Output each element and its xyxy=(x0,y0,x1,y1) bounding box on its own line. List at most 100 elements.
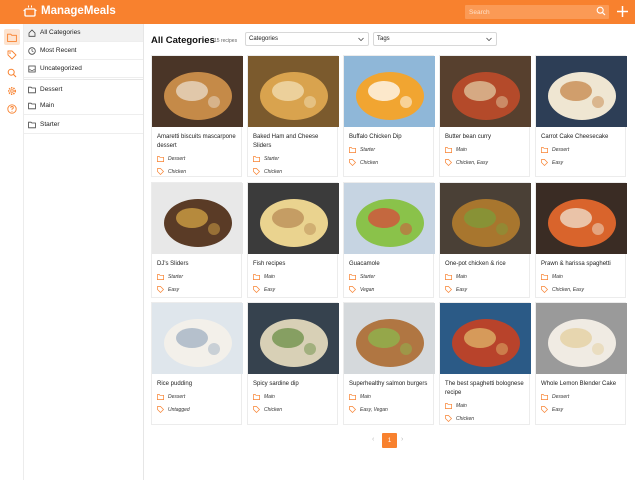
recipe-card[interactable]: One-pot chicken & rice Main Easy xyxy=(439,182,531,298)
recipe-tags: Chicken, Easy xyxy=(541,286,584,293)
recipe-photo[interactable] xyxy=(344,303,435,374)
recipe-title[interactable]: Rice pudding xyxy=(157,380,241,389)
recipe-title[interactable]: The best spaghetti bolognese recipe xyxy=(445,380,529,398)
recipe-card[interactable]: The best spaghetti bolognese recipe Main C… xyxy=(439,302,531,425)
recipe-card[interactable]: Butter bean curry Main Chicken, Easy xyxy=(439,55,531,177)
recipe-title[interactable]: Superhealthy salmon burgers xyxy=(349,380,433,389)
recipe-title[interactable]: Whole Lemon Blender Cake xyxy=(541,380,625,389)
folder-icon xyxy=(541,147,548,153)
recipe-card[interactable]: Buffalo Chicken Dip Starter Chicken xyxy=(343,55,435,177)
recipe-photo[interactable] xyxy=(248,183,339,254)
folder-icon xyxy=(253,274,260,280)
folder-icon xyxy=(157,394,164,400)
sidebar-item-label: Main xyxy=(40,102,55,109)
recipe-title[interactable]: Baked Ham and Cheese Sliders xyxy=(253,133,337,151)
recipe-tags: Chicken xyxy=(253,406,282,413)
recipe-photo[interactable] xyxy=(440,183,531,254)
recipe-card[interactable]: Prawn & harissa spaghetti Main Chicken, Ea… xyxy=(535,182,627,298)
sidebar-item-label: Dessert xyxy=(40,86,63,93)
recipe-card[interactable]: Whole Lemon Blender Cake Dessert Easy xyxy=(535,302,627,425)
recipe-category: Main xyxy=(253,394,275,400)
sidebar-item-uncategorized[interactable]: Uncategorized xyxy=(24,60,143,78)
recipe-title[interactable]: Guacamole xyxy=(349,260,433,269)
folder-icon xyxy=(349,147,356,153)
recipe-photo[interactable] xyxy=(248,303,339,374)
recipe-photo[interactable] xyxy=(536,56,627,127)
recipe-category: Main xyxy=(445,274,467,280)
rail-tags-button[interactable] xyxy=(4,47,20,63)
category-select[interactable]: Categories xyxy=(245,32,369,46)
recipe-title[interactable]: Butter bean curry xyxy=(445,133,529,142)
gear-icon xyxy=(7,86,17,96)
sidebar-item-main[interactable]: Main xyxy=(24,97,143,115)
recipe-photo[interactable] xyxy=(152,56,243,127)
recipe-title[interactable]: Prawn & harissa spaghetti xyxy=(541,260,625,269)
prev-page-arrow[interactable]: ‹ xyxy=(372,436,374,443)
recipe-title[interactable]: Amaretti biscuits mascarpone dessert xyxy=(157,133,241,151)
recipe-category: Starter xyxy=(349,147,375,153)
recipe-tags-label: Chicken, Easy xyxy=(456,159,488,166)
sidebar-item-all-categories[interactable]: All Categories xyxy=(24,24,143,42)
recipe-tags-label: Easy xyxy=(264,286,276,293)
category-select-value: Categories xyxy=(249,36,279,42)
tag-icon xyxy=(253,286,260,293)
recipe-category-label: Main xyxy=(264,274,275,280)
recipe-photo[interactable] xyxy=(344,183,435,254)
recipe-title[interactable]: Spicy sardine dip xyxy=(253,380,337,389)
recipe-tags: Easy xyxy=(541,406,563,413)
recipe-card[interactable]: DJ's Sliders Starter Easy xyxy=(151,182,243,298)
recipe-photo[interactable] xyxy=(440,303,531,374)
recipe-photo[interactable] xyxy=(248,56,339,127)
next-page-arrow[interactable]: › xyxy=(401,436,403,443)
recipe-category: Dessert xyxy=(541,394,569,400)
recipe-title[interactable]: DJ's Sliders xyxy=(157,260,241,269)
recipe-photo[interactable] xyxy=(536,303,627,374)
folder-icon xyxy=(445,403,452,409)
folder-icon xyxy=(28,86,36,93)
sidebar-item-most-recent[interactable]: Most Recent xyxy=(24,42,143,60)
sidebar-item-dessert[interactable]: Dessert xyxy=(24,79,143,99)
recipe-category-label: Dessert xyxy=(168,156,186,162)
tag-icon xyxy=(349,406,356,413)
rail-categories-button[interactable] xyxy=(4,29,20,45)
recipe-card[interactable]: Superhealthy salmon burgers Main Easy, Veg… xyxy=(343,302,435,425)
recipe-photo[interactable] xyxy=(440,56,531,127)
recipe-title[interactable]: One-pot chicken & rice xyxy=(445,260,529,269)
tag-icon xyxy=(157,286,164,293)
recipe-card[interactable]: Fish recipes Main Easy xyxy=(247,182,339,298)
recipe-card[interactable]: Amaretti biscuits mascarpone dessert Dess… xyxy=(151,55,243,177)
recipe-title[interactable]: Carrot Cake Cheesecake xyxy=(541,133,625,142)
recipe-photo[interactable] xyxy=(344,56,435,127)
folder-icon xyxy=(7,33,17,42)
recipe-card[interactable]: Baked Ham and Cheese Sliders Starter Chick… xyxy=(247,55,339,177)
search-icon xyxy=(7,68,17,78)
recipe-category-label: Dessert xyxy=(552,147,570,153)
folder-icon xyxy=(541,274,548,280)
folder-icon xyxy=(445,147,452,153)
rail-settings-button[interactable] xyxy=(4,83,20,99)
recipe-tags-label: Easy xyxy=(168,286,180,293)
search-box[interactable] xyxy=(465,5,609,19)
recipe-card[interactable]: Spicy sardine dip Main Chicken xyxy=(247,302,339,425)
search-icon[interactable] xyxy=(596,6,606,16)
recipe-photo[interactable] xyxy=(536,183,627,254)
recipe-title[interactable]: Fish recipes xyxy=(253,260,337,269)
sidebar-item-starter[interactable]: Starter xyxy=(24,116,143,134)
recipe-tags-label: Easy xyxy=(552,406,564,413)
add-recipe-icon[interactable] xyxy=(616,5,629,18)
search-input[interactable] xyxy=(465,5,593,19)
recipe-title[interactable]: Buffalo Chicken Dip xyxy=(349,133,433,142)
top-bar: ManageMeals xyxy=(0,0,635,24)
page-1-button[interactable]: 1 xyxy=(382,433,397,448)
rail-help-button[interactable] xyxy=(4,101,20,117)
recipe-category-label: Starter xyxy=(360,274,376,280)
rail-search-button[interactable] xyxy=(4,65,20,81)
recipe-photo[interactable] xyxy=(152,303,243,374)
app-title[interactable]: ManageMeals xyxy=(41,5,116,17)
tags-select[interactable]: Tags xyxy=(373,32,497,46)
recipe-photo[interactable] xyxy=(152,183,243,254)
recipe-card[interactable]: Guacamole Starter Vegan xyxy=(343,182,435,298)
recipe-category-label: Dessert xyxy=(552,394,570,400)
recipe-card[interactable]: Carrot Cake Cheesecake Dessert Easy xyxy=(535,55,627,177)
recipe-card[interactable]: Rice pudding Dessert Untagged xyxy=(151,302,243,425)
